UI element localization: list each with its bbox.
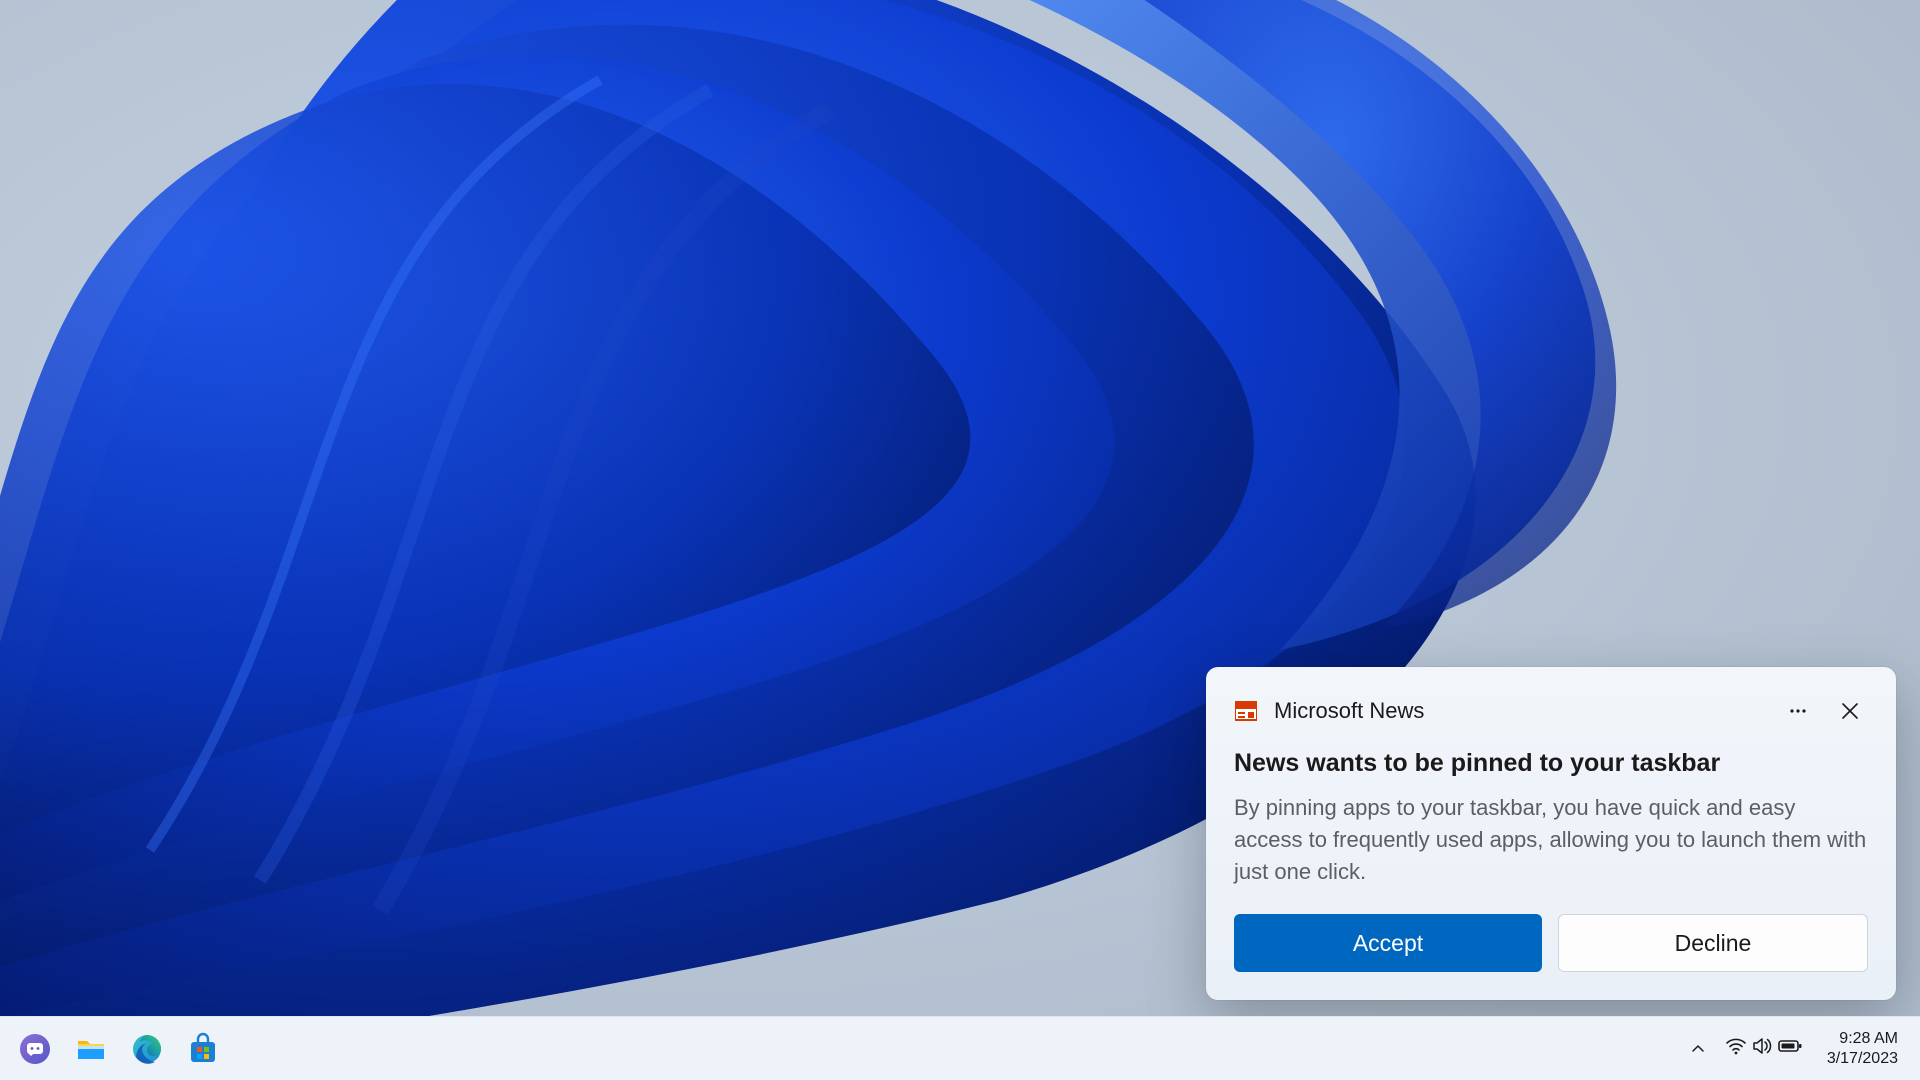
- file-explorer-icon: [74, 1032, 108, 1066]
- clock-date: 3/17/2023: [1827, 1049, 1898, 1069]
- desktop: Microsoft News News wants to be pinned t…: [0, 0, 1920, 1080]
- volume-icon: [1751, 1035, 1773, 1062]
- chat-icon: [18, 1032, 52, 1066]
- wifi-icon: [1725, 1035, 1747, 1062]
- taskbar-pinned-apps: [0, 1024, 228, 1074]
- accept-button[interactable]: Accept: [1234, 914, 1542, 972]
- notification-body: By pinning apps to your taskbar, you hav…: [1234, 792, 1868, 888]
- notification-close-button[interactable]: [1832, 693, 1868, 729]
- clock-time: 9:28 AM: [1839, 1029, 1898, 1049]
- taskbar-app-edge[interactable]: [122, 1024, 172, 1074]
- ellipsis-icon: [1788, 701, 1808, 721]
- taskbar-app-store[interactable]: [178, 1024, 228, 1074]
- news-app-icon: [1234, 699, 1258, 723]
- notification-more-button[interactable]: [1780, 693, 1816, 729]
- taskbar: 9:28 AM 3/17/2023: [0, 1016, 1920, 1080]
- taskbar-app-chat[interactable]: [10, 1024, 60, 1074]
- notification-header: Microsoft News: [1234, 693, 1868, 729]
- taskbar-app-file-explorer[interactable]: [66, 1024, 116, 1074]
- battery-icon: [1777, 1035, 1803, 1062]
- notification-toast: Microsoft News News wants to be pinned t…: [1206, 667, 1896, 1000]
- chevron-up-icon: [1690, 1041, 1706, 1057]
- store-icon: [186, 1032, 220, 1066]
- notification-title: News wants to be pinned to your taskbar: [1234, 749, 1868, 778]
- decline-button[interactable]: Decline: [1558, 914, 1868, 972]
- quick-settings-button[interactable]: [1717, 1024, 1811, 1074]
- close-icon: [1841, 702, 1859, 720]
- notification-app-name: Microsoft News: [1274, 698, 1764, 724]
- notification-actions: Accept Decline: [1234, 914, 1868, 972]
- taskbar-system-tray: 9:28 AM 3/17/2023: [1681, 1024, 1920, 1074]
- edge-icon: [130, 1032, 164, 1066]
- show-hidden-icons-button[interactable]: [1681, 1024, 1715, 1074]
- clock-button[interactable]: 9:28 AM 3/17/2023: [1813, 1024, 1906, 1074]
